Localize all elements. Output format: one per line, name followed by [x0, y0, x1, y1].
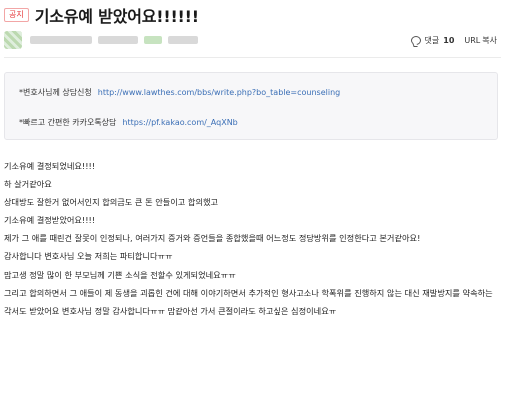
- notice-badge: 공지: [4, 8, 29, 22]
- body-line: 제가 그 애를 때린건 잘못이 인정되나, 여러가지 증거와 증언들을 종합했을…: [4, 233, 421, 244]
- author-info-redacted: [98, 36, 138, 44]
- consult-line-lawyer: *변호사님께 상담신청 http://www.lawthes.com/bbs/w…: [19, 87, 340, 98]
- body-line: 기소유예 결정되었네요!!!!: [4, 161, 96, 171]
- header-divider: [4, 57, 501, 58]
- post-meta: 댓글 10 URL 복사: [4, 28, 501, 52]
- url-copy-button[interactable]: 복사: [482, 35, 497, 46]
- author-level-redacted: [144, 36, 162, 44]
- body-line: 그리고 합의하면서 그 애들이 제 동생을 괴롭힌 건에 대해 이야기하면서 추…: [4, 287, 493, 316]
- comment-label[interactable]: 댓글: [425, 35, 440, 46]
- consult-kakao-label: *빠르고 간편한 카카오톡상담: [19, 118, 117, 127]
- post-title: 기소유예 받았어요!!!!!!: [34, 7, 199, 26]
- body-line: 하 살거같아요: [4, 179, 52, 190]
- post-title-row: 공지 기소유예 받았어요!!!!!!: [4, 4, 199, 26]
- consult-info-box: *변호사님께 상담신청 http://www.lawthes.com/bbs/w…: [4, 72, 498, 140]
- body-line: 기소유예 결정받았어요!!!!: [4, 215, 96, 226]
- post-date-redacted: [168, 36, 198, 44]
- consult-lawyer-link[interactable]: http://www.lawthes.com/bbs/write.php?bo_…: [98, 88, 340, 97]
- consult-kakao-link[interactable]: https://pf.kakao.com/_AqXNb: [122, 118, 237, 127]
- consult-lawyer-label: *변호사님께 상담신청: [19, 88, 92, 97]
- url-label[interactable]: URL: [464, 36, 480, 45]
- author-name-redacted[interactable]: [30, 36, 92, 44]
- post-body: 기소유예 결정되었네요!!!! 하 살거같아요 상대방도 잘한거 없어서인지 합…: [4, 157, 498, 320]
- comment-icon[interactable]: [410, 35, 421, 45]
- post-actions: 댓글 10 URL 복사: [410, 35, 501, 46]
- body-line: 상대방도 잘한거 없어서인지 합의금도 큰 돈 안들이고 합의했고: [4, 197, 219, 208]
- body-line: 맘고생 정말 많이 한 부모님께 기쁜 소식을 전할수 있게되었네요ㅠㅠ: [4, 269, 236, 280]
- body-line: 감사합니다 변호사님 오늘 저희는 파티합니다ㅠㅠ: [4, 251, 173, 262]
- comment-count[interactable]: 10: [443, 36, 454, 45]
- consult-line-kakao: *빠르고 간편한 카카오톡상담 https://pf.kakao.com/_Aq…: [19, 117, 238, 128]
- author-avatar[interactable]: [4, 31, 22, 49]
